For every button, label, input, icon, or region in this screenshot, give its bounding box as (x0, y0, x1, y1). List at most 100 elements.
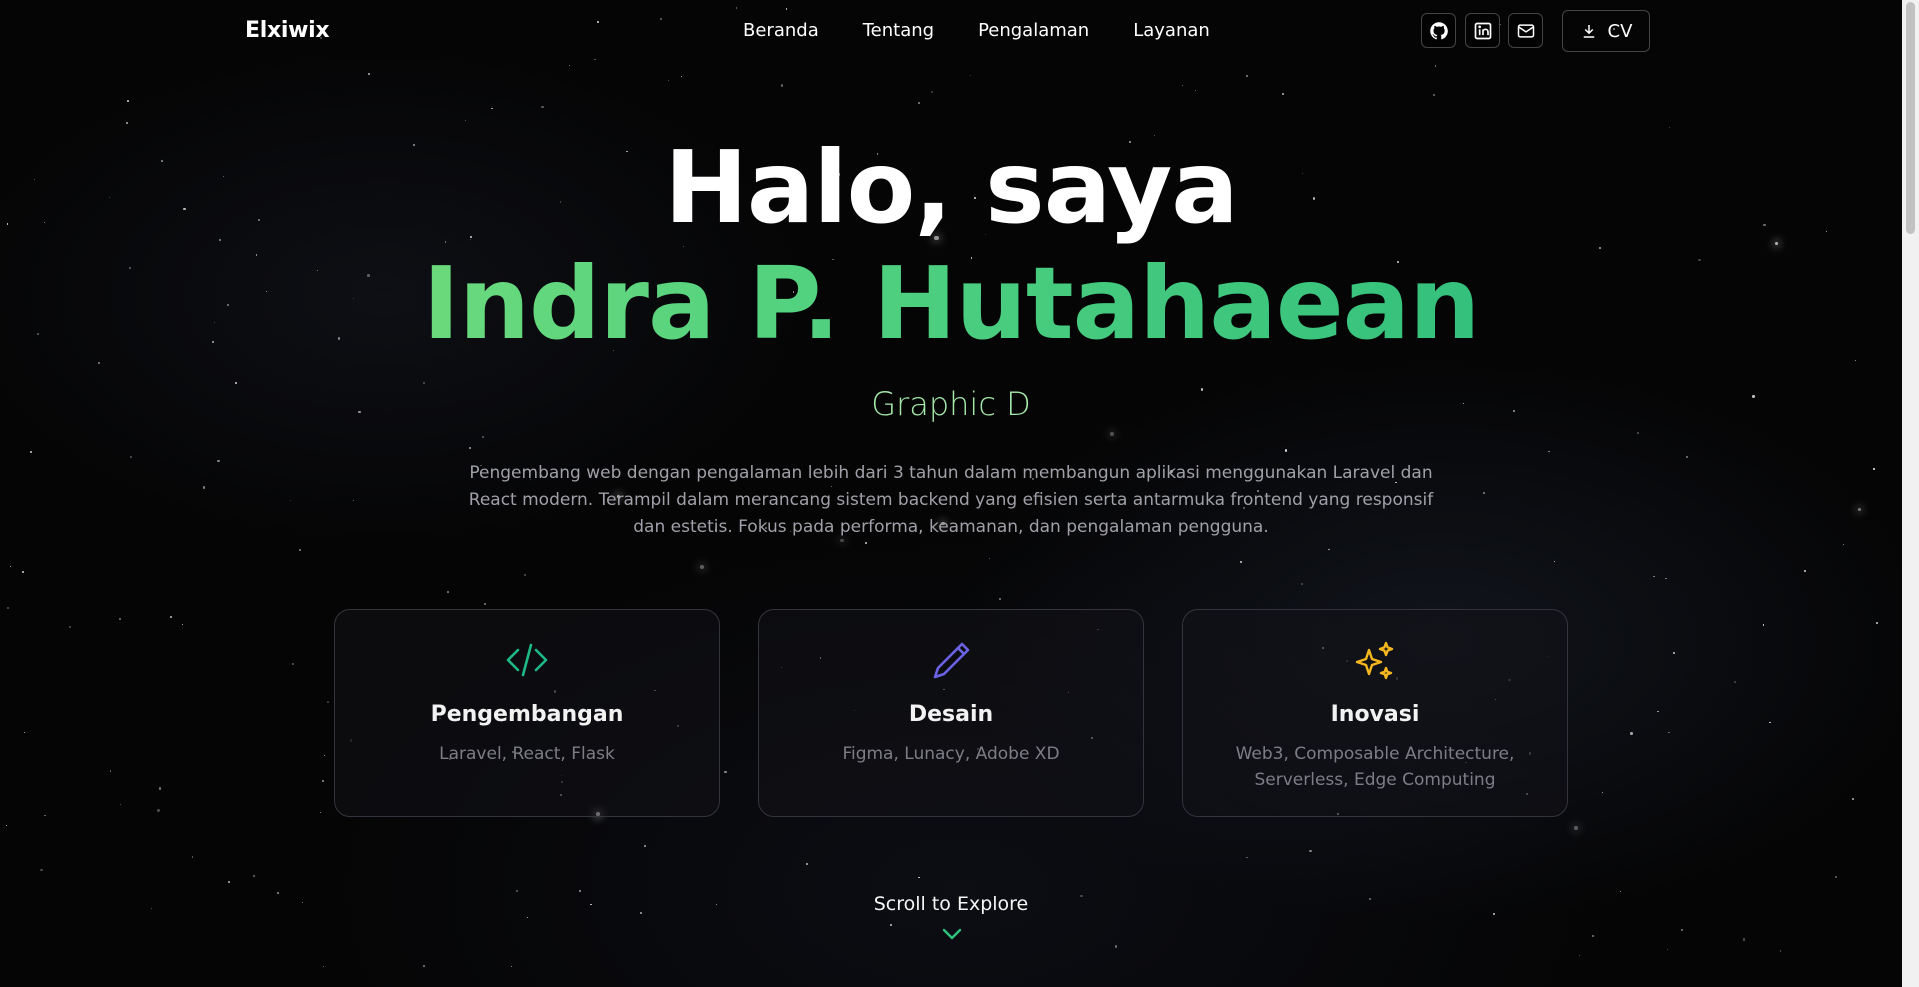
star (681, 75, 683, 77)
star (1574, 826, 1579, 831)
star (724, 770, 727, 773)
github-button[interactable] (1421, 13, 1456, 48)
star (127, 100, 129, 102)
page-scrollbar[interactable] (1902, 0, 1919, 987)
chevron-down-icon[interactable] (941, 927, 963, 941)
card-title: Pengembangan (430, 702, 624, 727)
star (1114, 945, 1117, 948)
star (1592, 934, 1595, 937)
card-description: Web3, Composable Architecture, Serverles… (1235, 744, 1515, 790)
star (511, 965, 513, 967)
star (890, 924, 892, 926)
star (9, 565, 11, 568)
star (568, 64, 570, 67)
star (864, 542, 867, 545)
nav-beranda[interactable]: Beranda (743, 20, 819, 41)
star (1301, 583, 1304, 586)
star (125, 122, 128, 125)
star (423, 382, 425, 384)
star (1194, 89, 1197, 92)
star (1858, 507, 1862, 511)
star (292, 663, 295, 666)
star (43, 814, 46, 817)
star (322, 965, 325, 968)
mail-button[interactable] (1508, 13, 1543, 48)
linkedin-button[interactable] (1465, 13, 1500, 48)
star (1668, 731, 1670, 734)
star (1284, 449, 1287, 452)
card-description: Laravel, React, Flask (439, 744, 615, 764)
hero-greeting: Halo, saya (664, 129, 1239, 246)
download-icon (1583, 25, 1594, 38)
star (169, 615, 172, 619)
star (323, 754, 325, 756)
star (1852, 798, 1854, 800)
star (1620, 891, 1622, 893)
star (7, 607, 9, 609)
site-logo[interactable]: Elxiwix (245, 18, 330, 43)
star (1685, 455, 1688, 458)
nav-pengalaman[interactable]: Pengalaman (978, 20, 1089, 41)
star (320, 811, 322, 813)
star (1630, 732, 1633, 735)
star (253, 875, 256, 878)
nav-tentang[interactable]: Tentang (863, 20, 934, 41)
star (989, 558, 991, 560)
star (202, 486, 206, 489)
star (1834, 875, 1837, 878)
star (1601, 792, 1603, 794)
star (482, 436, 485, 439)
star (352, 499, 354, 501)
star (1245, 75, 1249, 78)
star (1804, 569, 1806, 572)
star (1182, 84, 1184, 86)
star (29, 450, 33, 453)
star (1656, 710, 1659, 713)
star (484, 602, 487, 606)
star (523, 573, 526, 576)
star (1239, 560, 1242, 564)
star (21, 571, 24, 573)
star (806, 863, 808, 865)
star (447, 590, 449, 593)
star (918, 877, 920, 879)
star (1779, 950, 1781, 952)
star (1666, 949, 1668, 951)
main-nav: Beranda Tentang Pengalaman Layanan (743, 20, 1210, 41)
sparkles-icon (1355, 641, 1394, 680)
star (1843, 543, 1845, 545)
star (1309, 850, 1312, 853)
star (1328, 548, 1330, 551)
star (969, 74, 972, 77)
star (1553, 560, 1556, 563)
star (119, 803, 122, 805)
star (1482, 492, 1485, 495)
linkedin-icon (1474, 22, 1491, 39)
star (1432, 93, 1436, 97)
download-cv-button[interactable]: CV (1562, 10, 1650, 52)
star (1282, 93, 1285, 96)
star (1110, 432, 1114, 437)
star (1434, 65, 1437, 68)
star (1762, 624, 1765, 626)
star (181, 624, 183, 626)
star (1548, 450, 1550, 453)
card-inovasi: Inovasi Web3, Composable Architecture, S… (1182, 609, 1568, 817)
card-desain: Desain Figma, Lunacy, Adobe XD (758, 609, 1144, 817)
star (158, 787, 161, 790)
scrollbar-thumb[interactable] (1906, 2, 1915, 234)
star (644, 845, 647, 847)
star (516, 889, 519, 892)
card-title: Desain (908, 702, 994, 727)
star (289, 499, 292, 502)
star (1246, 856, 1248, 859)
star (464, 119, 466, 121)
nav-layanan[interactable]: Layanan (1133, 20, 1210, 41)
star (469, 446, 472, 450)
star (1578, 955, 1580, 957)
star (234, 382, 237, 385)
scroll-to-explore[interactable]: Scroll to Explore (0, 893, 1902, 915)
code-icon (506, 643, 548, 677)
star (526, 916, 529, 919)
hero-name: Indra P. Hutahaean (0, 244, 1902, 364)
